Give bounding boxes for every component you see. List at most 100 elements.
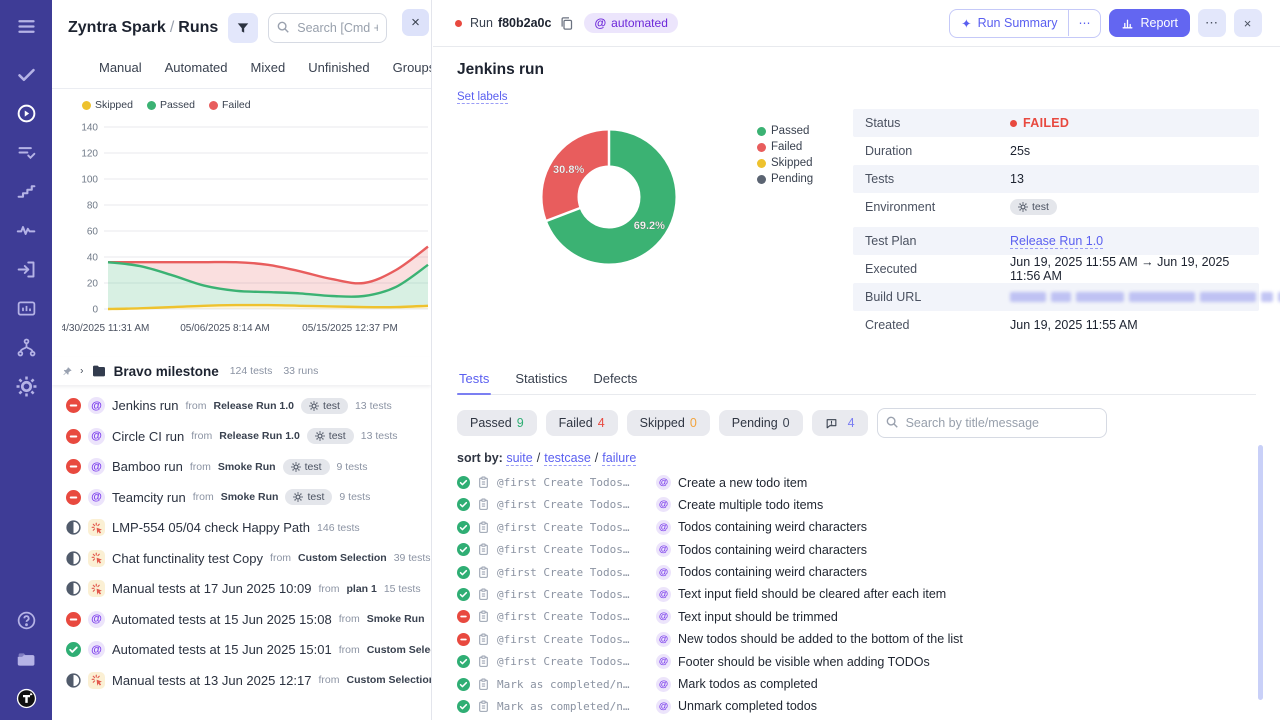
tests-scrollbar[interactable] — [1258, 445, 1263, 700]
test-title: New todos should be added to the bottom … — [678, 632, 963, 646]
donut-legend-item-passed[interactable]: Passed — [757, 125, 853, 137]
menu-icon[interactable] — [14, 14, 38, 38]
search-icon — [276, 20, 290, 34]
legend-item-skipped[interactable]: Skipped — [82, 99, 133, 111]
filter-pending[interactable]: Pending 0 — [719, 410, 803, 436]
close-icon: × — [411, 14, 420, 31]
filter-skipped[interactable]: Skipped 0 — [627, 410, 710, 436]
sparkle-icon: ✦ — [961, 16, 971, 31]
milestone-tests-count: 124 tests — [230, 365, 273, 377]
test-row[interactable]: Mark as completed/n…@Mark todos as compl… — [457, 677, 1256, 692]
run-row[interactable]: @Bamboo runfromSmoke Runtest9 tests — [52, 457, 431, 477]
test-row[interactable]: @first Create Todos…@Text input should b… — [457, 609, 1256, 624]
filter-passed[interactable]: Passed 9 — [457, 410, 537, 436]
filter-failed[interactable]: Failed 4 — [546, 410, 618, 436]
run-title: Jenkins run — [457, 61, 1256, 79]
run-summary-more-button[interactable]: ⋯ — [1068, 10, 1100, 36]
sort-by-testcase[interactable]: testcase — [544, 451, 591, 466]
milestones-steps-icon[interactable] — [14, 179, 38, 203]
test-suite: @first Create Todos… — [497, 498, 649, 511]
clipboard-icon — [477, 610, 490, 623]
filter-comments[interactable]: 4 — [812, 410, 868, 436]
donut-svg: 69.2%30.8% — [521, 109, 697, 285]
app-logo[interactable] — [14, 686, 38, 710]
settings-gear-icon[interactable] — [14, 374, 38, 398]
run-row[interactable]: LMP-554 05/04 check Happy Path146 tests — [52, 518, 431, 538]
svg-text:05/15/2025 12:37 PM: 05/15/2025 12:37 PM — [302, 323, 398, 334]
test-row[interactable]: Mark as completed/n…@Unmark completed to… — [457, 699, 1256, 714]
tab-mixed[interactable]: Mixed — [251, 60, 286, 75]
help-icon[interactable] — [14, 608, 38, 632]
test-row[interactable]: @first Create Todos…@Todos containing we… — [457, 520, 1256, 535]
sort-by-suite[interactable]: suite — [506, 451, 532, 466]
clipboard-icon — [477, 678, 490, 691]
tab-defects[interactable]: Defects — [591, 367, 639, 394]
run-from-label: from — [193, 491, 214, 503]
report-button[interactable]: Report — [1109, 9, 1190, 37]
set-labels-link[interactable]: Set labels — [457, 91, 508, 104]
test-row[interactable]: @first Create Todos…@Todos containing we… — [457, 542, 1256, 557]
svg-text:0: 0 — [92, 305, 98, 316]
run-row[interactable]: Chat functinality test CopyfromCustom Se… — [52, 548, 431, 568]
test-title: Todos containing weird characters — [678, 565, 867, 579]
tests-check-icon[interactable] — [14, 62, 38, 86]
milestone-group-row[interactable]: › Bravo milestone 124 tests 33 runs — [52, 357, 431, 385]
run-row[interactable]: @Jenkins runfromRelease Run 1.0test13 te… — [52, 396, 431, 416]
run-row[interactable]: @Teamcity runfromSmoke Runtest9 tests — [52, 487, 431, 507]
tab-groups[interactable]: Groups — [393, 60, 432, 75]
test-title: Create a new todo item — [678, 476, 807, 490]
plans-list-check-icon[interactable] — [14, 140, 38, 164]
branch-icon[interactable] — [14, 335, 38, 359]
run-row[interactable]: @Circle CI runfromRelease Run 1.0test13 … — [52, 426, 431, 446]
test-suite: @first Create Todos… — [497, 655, 649, 668]
svg-text:60: 60 — [87, 227, 99, 238]
left-panel-close-button[interactable]: × — [402, 9, 429, 36]
test-row[interactable]: @first Create Todos…@Todos containing we… — [457, 565, 1256, 580]
runs-list-panel: Zyntra Spark/Runs × ManualAutomatedMixed… — [52, 0, 432, 720]
test-row[interactable]: @first Create Todos…@Footer should be vi… — [457, 654, 1256, 669]
tab-tests[interactable]: Tests — [457, 367, 491, 394]
run-row[interactable]: Manual tests at 13 Jun 2025 12:17fromCus… — [52, 670, 431, 690]
copy-icon[interactable] — [559, 16, 574, 31]
test-row[interactable]: @first Create Todos…@New todos should be… — [457, 632, 1256, 647]
test-row[interactable]: @first Create Todos…@Text input field sh… — [457, 587, 1256, 602]
more-options-button[interactable]: ⋯ — [1198, 9, 1226, 37]
detail-row-environment: Environmenttest — [853, 193, 1259, 221]
automated-run-icon: @ — [88, 428, 105, 445]
import-icon[interactable] — [14, 257, 38, 281]
sort-by-failure[interactable]: failure — [602, 451, 636, 466]
run-row[interactable]: @Automated tests at 15 Jun 2025 15:01fro… — [52, 640, 431, 660]
analytics-bar-chart-icon[interactable] — [14, 296, 38, 320]
status-partial-icon — [66, 520, 81, 535]
close-run-button[interactable]: × — [1234, 9, 1262, 37]
run-summary-button[interactable]: ✦Run Summary — [950, 10, 1068, 37]
filter-label: Pending — [732, 416, 778, 430]
status-passed-icon — [457, 655, 470, 668]
run-plan-name: Custom Selection — [346, 674, 431, 686]
tab-statistics[interactable]: Statistics — [513, 367, 569, 394]
run-row[interactable]: Manual tests at 17 Jun 2025 10:09frompla… — [52, 579, 431, 599]
projects-folder-icon[interactable] — [14, 647, 38, 671]
runs-play-circle-icon[interactable] — [14, 101, 38, 125]
legend-item-passed[interactable]: Passed — [147, 99, 195, 111]
breadcrumb-project[interactable]: Zyntra Spark — [68, 19, 166, 36]
tab-manual[interactable]: Manual — [99, 60, 142, 75]
test-suite: @first Create Todos… — [497, 566, 649, 579]
run-row[interactable]: @Automated tests at 15 Jun 2025 15:08fro… — [52, 609, 431, 629]
tab-unfinished[interactable]: Unfinished — [308, 60, 369, 75]
test-plan-link[interactable]: Release Run 1.0 — [1010, 234, 1103, 249]
donut-legend-item-failed[interactable]: Failed — [757, 141, 853, 153]
status-passed-icon — [457, 678, 470, 691]
tests-search-input[interactable] — [877, 408, 1107, 438]
legend-item-failed[interactable]: Failed — [209, 99, 251, 111]
test-row[interactable]: @first Create Todos…@Create a new todo i… — [457, 475, 1256, 490]
filter-label: Failed — [559, 416, 593, 430]
test-row[interactable]: @first Create Todos…@Create multiple tod… — [457, 497, 1256, 512]
chevron-right-icon[interactable]: › — [80, 366, 83, 377]
donut-legend-item-skipped[interactable]: Skipped — [757, 157, 853, 169]
donut-legend-item-pending[interactable]: Pending — [757, 173, 853, 185]
tab-automated[interactable]: Automated — [165, 60, 228, 75]
automated-test-icon: @ — [656, 587, 671, 602]
filter-funnel-button[interactable] — [228, 13, 258, 43]
pulse-activity-icon[interactable] — [14, 218, 38, 242]
